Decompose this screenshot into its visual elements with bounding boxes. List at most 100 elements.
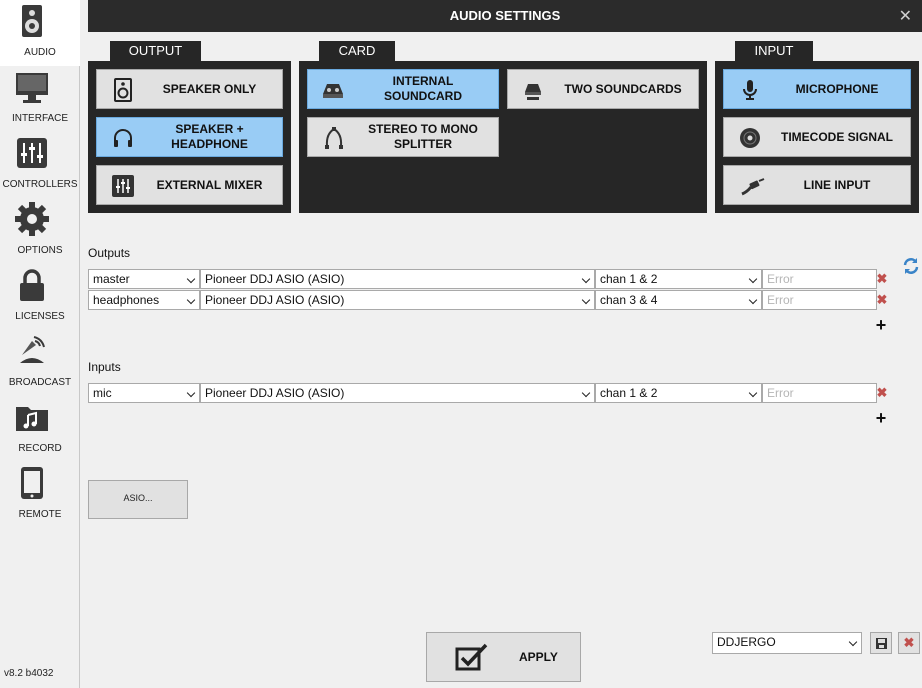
option-label: EXTERNAL MIXER xyxy=(156,177,263,192)
music-folder-icon xyxy=(16,407,48,431)
sidebar-label: AUDIO xyxy=(24,47,56,58)
chevron-down-icon xyxy=(748,388,758,398)
sliders-icon xyxy=(17,138,47,168)
chevron-down-icon xyxy=(186,274,196,284)
remove-output-icon[interactable]: ✖ xyxy=(876,272,888,285)
chevron-down-icon xyxy=(186,295,196,305)
sidebar-label: REMOTE xyxy=(18,509,62,520)
option-label: SPEAKER + HEADPHONE xyxy=(171,122,248,151)
input-status-field: Error xyxy=(762,383,877,403)
speaker-icon xyxy=(22,5,42,37)
output-channel-select[interactable]: chan 1 & 2 xyxy=(595,269,762,289)
window-title: AUDIO SETTINGS xyxy=(449,8,561,23)
apply-label: APPLY xyxy=(519,650,558,664)
output-name-select[interactable]: headphones xyxy=(88,290,200,310)
sidebar-label: LICENSES xyxy=(15,311,65,322)
antenna-icon xyxy=(20,336,45,363)
speaker-headphone-button[interactable]: SPEAKER + HEADPHONE xyxy=(96,117,283,157)
external-mixer-button[interactable]: EXTERNAL MIXER xyxy=(96,165,283,205)
sidebar-item-licenses[interactable]: LICENSES xyxy=(0,264,80,330)
version-label: v8.2 b4032 xyxy=(4,668,54,679)
select-value: headphones xyxy=(93,293,160,307)
headphones-icon xyxy=(114,129,132,147)
chevron-down-icon xyxy=(581,388,591,398)
microphone-button[interactable]: MICROPHONE xyxy=(723,69,911,109)
chevron-down-icon xyxy=(748,295,758,305)
card-panel: INTERNAL SOUNDCARD TWO SOUNDCARDS STEREO… xyxy=(299,61,707,213)
output-channel-select[interactable]: chan 3 & 4 xyxy=(595,290,762,310)
sidebar-label: CONTROLLERS xyxy=(2,179,78,190)
two-soundcards-button[interactable]: TWO SOUNDCARDS xyxy=(507,69,699,109)
chevron-down-icon xyxy=(186,388,196,398)
chevron-down-icon xyxy=(581,274,591,284)
select-value: Pioneer DDJ ASIO (ASIO) xyxy=(205,293,345,307)
asio-config-button[interactable]: ASIO... xyxy=(88,480,188,519)
lock-icon xyxy=(20,269,44,301)
gear-icon xyxy=(15,202,49,236)
output-name-select[interactable]: master xyxy=(88,269,200,289)
vinyl-icon xyxy=(740,128,760,148)
tab-card: CARD xyxy=(319,41,395,61)
jack-cable-icon xyxy=(741,178,765,196)
stereo-to-mono-splitter-button[interactable]: STEREO TO MONO SPLITTER xyxy=(307,117,499,157)
speaker-only-button[interactable]: SPEAKER ONLY xyxy=(96,69,283,109)
option-label: INTERNAL SOUNDCARD xyxy=(384,74,462,103)
sidebar-item-interface[interactable]: INTERFACE xyxy=(0,66,80,132)
output-status-field: Error xyxy=(762,269,877,289)
sidebar-item-broadcast[interactable]: BROADCAST xyxy=(0,330,80,396)
outputs-label: Outputs xyxy=(88,246,131,260)
tab-input: INPUT xyxy=(735,41,813,61)
option-label: TWO SOUNDCARDS xyxy=(564,81,682,96)
delete-preset-button[interactable]: ✖ xyxy=(898,632,920,654)
remove-output-icon[interactable]: ✖ xyxy=(876,293,888,306)
option-label: SPEAKER ONLY xyxy=(162,81,257,96)
title-bar: AUDIO SETTINGS ✕ xyxy=(88,0,922,32)
select-value: chan 3 & 4 xyxy=(600,293,658,307)
sidebar-item-controllers[interactable]: CONTROLLERS xyxy=(0,132,80,198)
floppy-disk-icon xyxy=(876,638,887,649)
select-value: Pioneer DDJ ASIO (ASIO) xyxy=(205,386,345,400)
option-label: LINE INPUT xyxy=(803,177,871,192)
refresh-icon[interactable] xyxy=(902,256,920,276)
preset-select[interactable]: DDJERGO xyxy=(712,632,862,654)
input-channel-select[interactable]: chan 1 & 2 xyxy=(595,383,762,403)
line-input-button[interactable]: LINE INPUT xyxy=(723,165,911,205)
output-panel: SPEAKER ONLY SPEAKER + HEADPHONE EXTERNA… xyxy=(88,61,291,213)
remove-input-icon[interactable]: ✖ xyxy=(876,386,888,399)
asio-button-label: ASIO... xyxy=(123,493,153,503)
input-panel: MICROPHONE TIMECODE SIGNAL LINE INPUT xyxy=(715,61,919,213)
sidebar-item-record[interactable]: RECORD xyxy=(0,396,80,462)
add-output-icon[interactable]: + xyxy=(874,316,888,334)
save-preset-button[interactable] xyxy=(870,632,892,654)
monitor-icon xyxy=(16,73,48,103)
output-device-select[interactable]: Pioneer DDJ ASIO (ASIO) xyxy=(200,269,595,289)
internal-soundcard-button[interactable]: INTERNAL SOUNDCARD xyxy=(307,69,499,109)
tablet-icon xyxy=(21,467,43,499)
controller-icon xyxy=(525,84,541,100)
splitter-cable-icon xyxy=(325,127,343,149)
option-label: TIMECODE SIGNAL xyxy=(780,129,893,144)
close-icon[interactable]: ✕ xyxy=(899,6,912,26)
select-value: Pioneer DDJ ASIO (ASIO) xyxy=(205,272,345,286)
input-device-select[interactable]: Pioneer DDJ ASIO (ASIO) xyxy=(200,383,595,403)
output-status-field: Error xyxy=(762,290,877,310)
sidebar-label: OPTIONS xyxy=(17,245,63,256)
sidebar-item-remote[interactable]: REMOTE xyxy=(0,462,80,528)
timecode-signal-button[interactable]: TIMECODE SIGNAL xyxy=(723,117,911,157)
sidebar-label: INTERFACE xyxy=(11,113,69,124)
input-name-select[interactable]: mic xyxy=(88,383,200,403)
microphone-icon xyxy=(743,80,757,100)
chevron-down-icon xyxy=(848,637,858,647)
inputs-label: Inputs xyxy=(88,360,121,374)
apply-button[interactable]: APPLY xyxy=(426,632,581,682)
sidebar-item-audio[interactable]: AUDIO xyxy=(0,0,80,66)
sidebar-item-options[interactable]: OPTIONS xyxy=(0,198,80,264)
sidebar-label: BROADCAST xyxy=(8,377,72,388)
output-device-select[interactable]: Pioneer DDJ ASIO (ASIO) xyxy=(200,290,595,310)
add-input-icon[interactable]: + xyxy=(874,409,888,427)
mixer-icon xyxy=(112,175,134,197)
chevron-down-icon xyxy=(581,295,591,305)
option-label: STEREO TO MONO SPLITTER xyxy=(368,122,478,151)
sidebar-label: RECORD xyxy=(18,443,62,454)
tab-output: OUTPUT xyxy=(110,41,201,61)
